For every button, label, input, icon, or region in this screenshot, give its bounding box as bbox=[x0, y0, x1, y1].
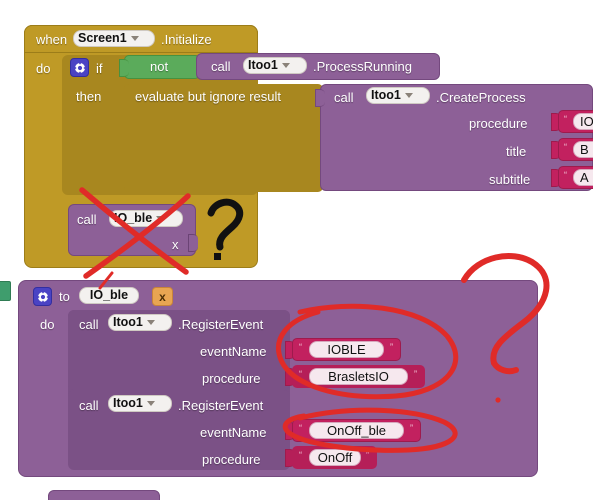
text-value: OnOff_ble bbox=[326, 423, 387, 438]
component-name: Itoo1 bbox=[371, 88, 401, 103]
text-value: A bbox=[580, 170, 589, 185]
quote-mark-right: ” bbox=[366, 450, 369, 460]
arg-label-procedure: procedure bbox=[469, 116, 528, 131]
block-partial-bottom[interactable] bbox=[48, 490, 160, 500]
chevron-down-icon[interactable] bbox=[130, 36, 139, 41]
call-label-createprocess: call bbox=[334, 90, 354, 105]
quote-mark-right: ” bbox=[414, 369, 417, 379]
procedure-name: IO_ble bbox=[89, 288, 129, 303]
green-edge-marker bbox=[0, 281, 11, 301]
chevron-down-icon[interactable] bbox=[146, 401, 155, 406]
quote-mark-left: “ bbox=[299, 450, 302, 460]
procedure-name-field[interactable]: IO_ble bbox=[79, 287, 139, 304]
call-label-register-2: call bbox=[79, 398, 99, 413]
do-label-procedure: do bbox=[40, 317, 55, 332]
then-label: then bbox=[76, 89, 102, 104]
itoo1-dropdown-register-1[interactable]: Itoo1 bbox=[108, 314, 172, 331]
itoo1-dropdown-register-2[interactable]: Itoo1 bbox=[108, 395, 172, 412]
text-value-subtitle[interactable]: A bbox=[573, 169, 593, 186]
call-label-register-1: call bbox=[79, 317, 99, 332]
itoo1-dropdown-createprocess[interactable]: Itoo1 bbox=[366, 87, 430, 104]
text-value: OnOff bbox=[317, 450, 353, 465]
text-value: B bbox=[580, 142, 589, 157]
method-label-processrunning: .ProcessRunning bbox=[313, 59, 412, 74]
quote-mark-left: “ bbox=[299, 369, 302, 379]
arg-label-title: title bbox=[506, 144, 527, 159]
text-value-eventname-2[interactable]: OnOff_ble bbox=[309, 422, 404, 439]
text-value-title[interactable]: B bbox=[573, 141, 593, 158]
param-label-eventname-1: eventName bbox=[200, 344, 267, 359]
quote-mark-left: “ bbox=[299, 423, 302, 433]
method-label-register-1: .RegisterEvent bbox=[178, 317, 264, 332]
evaluate-but-ignore-label: evaluate but ignore result bbox=[135, 89, 281, 104]
arg-label-subtitle: subtitle bbox=[489, 172, 531, 187]
method-label-register-2: .RegisterEvent bbox=[178, 398, 264, 413]
socket-x-empty[interactable] bbox=[188, 234, 198, 252]
chevron-down-icon[interactable] bbox=[156, 216, 165, 221]
do-label: do bbox=[36, 61, 51, 76]
quote-mark-left: “ bbox=[299, 342, 302, 352]
component-name: Itoo1 bbox=[113, 396, 143, 411]
param-label-procedure-2: procedure bbox=[202, 452, 261, 467]
text-value: IO bbox=[580, 114, 593, 129]
text-value-procedure-1[interactable]: BrasletsIO bbox=[309, 368, 408, 385]
text-value-procedure[interactable]: IO bbox=[573, 113, 593, 130]
itoo1-dropdown-processrunning[interactable]: Itoo1 bbox=[243, 57, 307, 74]
arg-label-x: x bbox=[172, 237, 179, 252]
quote-mark-left: “ bbox=[564, 114, 567, 124]
createprocess-left-plug bbox=[315, 89, 325, 107]
not-left-plug bbox=[119, 59, 129, 77]
when-label: when bbox=[36, 32, 68, 47]
chevron-down-icon[interactable] bbox=[146, 320, 155, 325]
gear-icon[interactable] bbox=[33, 287, 52, 306]
text-value: IOBLE bbox=[327, 342, 366, 357]
screen-component-name: Screen1 bbox=[78, 31, 127, 46]
component-name: Itoo1 bbox=[113, 315, 143, 330]
if-label: if bbox=[96, 61, 103, 76]
gear-icon[interactable] bbox=[70, 58, 89, 77]
chevron-down-icon[interactable] bbox=[404, 93, 413, 98]
event-name-label: .Initialize bbox=[161, 32, 212, 47]
text-value-procedure-2[interactable]: OnOff bbox=[309, 449, 361, 466]
not-label: not bbox=[150, 59, 169, 74]
call-label-processrunning: call bbox=[211, 59, 231, 74]
text-value-eventname-1[interactable]: IOBLE bbox=[309, 341, 384, 358]
quote-mark-right: ” bbox=[410, 423, 413, 433]
quote-mark-left: “ bbox=[564, 170, 567, 180]
chevron-down-icon[interactable] bbox=[281, 63, 290, 68]
to-label: to bbox=[59, 289, 70, 304]
quote-mark-right: ” bbox=[390, 342, 393, 352]
delete-label: x bbox=[159, 289, 166, 304]
param-label-eventname-2: eventName bbox=[200, 425, 267, 440]
text-value: BrasletsIO bbox=[328, 369, 389, 384]
method-label-createprocess: .CreateProcess bbox=[436, 90, 526, 105]
quote-mark-left: “ bbox=[564, 142, 567, 152]
delete-procedure-button[interactable]: x bbox=[152, 287, 173, 306]
call-label-io-ble: call bbox=[77, 212, 97, 227]
param-label-procedure-1: procedure bbox=[202, 371, 261, 386]
procedure-name: IO_ble bbox=[114, 211, 153, 226]
blocks-canvas[interactable]: when Screen1 .Initialize do if then not … bbox=[0, 0, 593, 500]
component-name: Itoo1 bbox=[248, 58, 278, 73]
screen-component-dropdown[interactable]: Screen1 bbox=[73, 30, 155, 47]
io-ble-procedure-dropdown[interactable]: IO_ble bbox=[109, 210, 183, 227]
